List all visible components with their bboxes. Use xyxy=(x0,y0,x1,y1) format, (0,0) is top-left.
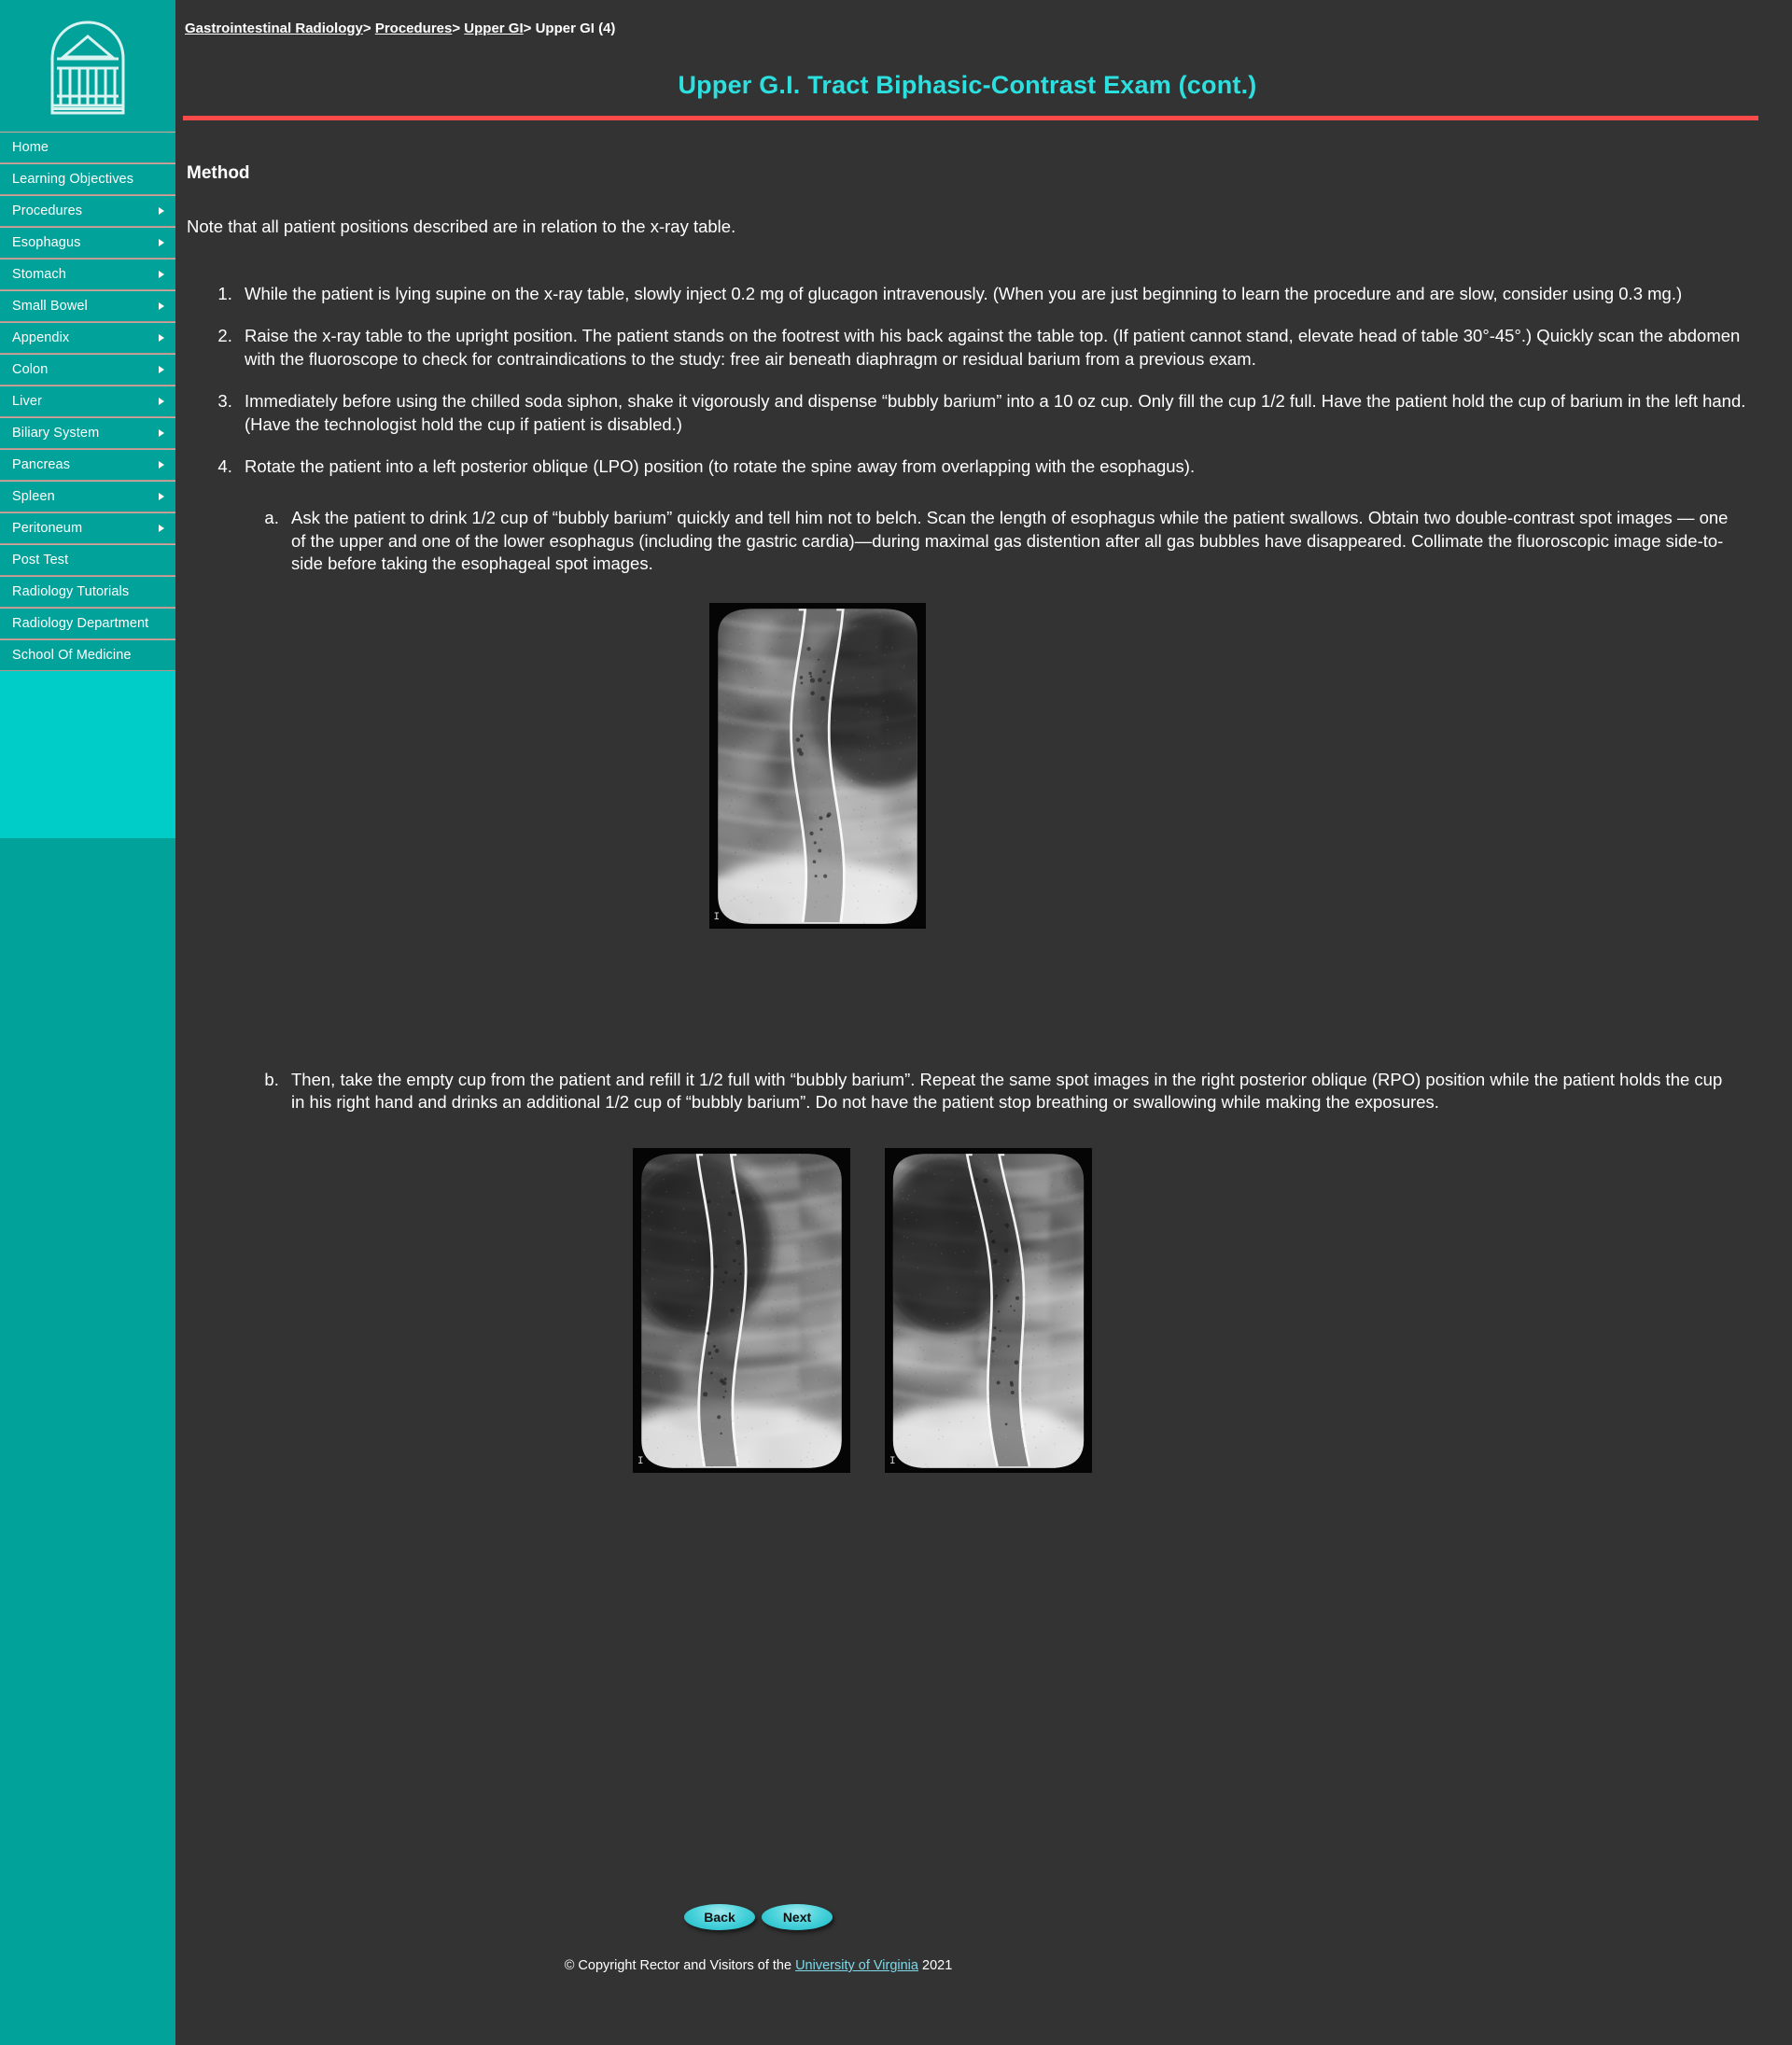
sidebar-item-label: Radiology Tutorials xyxy=(12,583,130,599)
chevron-right-icon xyxy=(159,366,164,373)
sidebar-item-label: Procedures xyxy=(12,203,83,218)
copyright-text: © Copyright Rector and Visitors of the xyxy=(564,1958,792,1973)
sidebar-item-peritoneum[interactable]: Peritoneum xyxy=(0,512,175,544)
figure-rpo-esophagram-pair: I AI A xyxy=(291,1147,1740,1473)
chevron-right-icon xyxy=(159,398,164,405)
breadcrumb-link-upper-gi[interactable]: Upper GI xyxy=(464,21,523,36)
sidebar-item-label: Biliary System xyxy=(12,425,100,441)
sidebar-item-label: Learning Objectives xyxy=(12,171,134,187)
sidebar-item-label: Pancreas xyxy=(12,456,71,472)
sidebar-item-radiology-department[interactable]: Radiology Department xyxy=(0,608,175,639)
method-steps-list: While the patient is lying supine on the… xyxy=(175,283,1792,1473)
xray-image-label: I A xyxy=(713,912,738,924)
chevron-right-icon xyxy=(159,461,164,469)
sidebar-item-radiology-tutorials[interactable]: Radiology Tutorials xyxy=(0,576,175,608)
xray-image-label: I A xyxy=(889,1456,914,1467)
sidebar-item-label: Small Bowel xyxy=(12,298,88,314)
back-button[interactable]: Back xyxy=(684,1904,755,1930)
sidebar-item-spleen[interactable]: Spleen xyxy=(0,481,175,512)
sidebar-item-colon[interactable]: Colon xyxy=(0,354,175,385)
sidebar-item-esophagus[interactable]: Esophagus xyxy=(0,227,175,259)
breadcrumb-link-gastrointestinal-radiology[interactable]: Gastrointestinal Radiology xyxy=(185,21,363,36)
sidebar-item-appendix[interactable]: Appendix xyxy=(0,322,175,354)
breadcrumb-separator-3: > xyxy=(523,21,532,36)
method-step: While the patient is lying supine on the… xyxy=(237,283,1762,305)
sidebar-item-procedures[interactable]: Procedures xyxy=(0,195,175,227)
sidebar-item-label: Stomach xyxy=(12,266,66,282)
chevron-right-icon xyxy=(159,207,164,215)
method-step-text: Immediately before using the chilled sod… xyxy=(245,391,1746,434)
method-step-text: Rotate the patient into a left posterior… xyxy=(245,456,1196,477)
chevron-right-icon xyxy=(159,334,164,342)
footer: Back Next © Copyright Rector and Visitor… xyxy=(175,1904,1792,1973)
sidebar-item-biliary-system[interactable]: Biliary System xyxy=(0,417,175,449)
sidebar-nav: Home Learning Objectives Procedures Esophag… xyxy=(0,132,175,671)
sidebar-item-label: School Of Medicine xyxy=(12,647,132,663)
breadcrumb-separator-2: > xyxy=(452,21,461,36)
sidebar-item-post-test[interactable]: Post Test xyxy=(0,544,175,576)
method-substep-a: Ask the patient to drink 1/2 cup of “bub… xyxy=(284,507,1740,929)
breadcrumb-link-procedures[interactable]: Procedures xyxy=(375,21,453,36)
sidebar-item-label: Esophagus xyxy=(12,234,81,250)
method-step-text: While the patient is lying supine on the… xyxy=(245,284,1683,304)
main-content: Gastrointestinal Radiology> Procedures> … xyxy=(175,0,1792,2045)
method-substep-b-text: Then, take the empty cup from the patien… xyxy=(291,1069,1723,1113)
sidebar-accent-block xyxy=(0,671,175,838)
method-step: Raise the x-ray table to the upright pos… xyxy=(237,325,1762,371)
method-substeps-list: Ask the patient to drink 1/2 cup of “bub… xyxy=(245,507,1762,1473)
next-button[interactable]: Next xyxy=(762,1904,833,1930)
sidebar-item-label: Peritoneum xyxy=(12,520,83,536)
sidebar-item-school-of-medicine[interactable]: School Of Medicine xyxy=(0,639,175,671)
chevron-right-icon xyxy=(159,302,164,310)
method-step: Rotate the patient into a left posterior… xyxy=(237,455,1762,1473)
copyright-year: 2021 xyxy=(922,1958,953,1973)
sidebar-item-liver[interactable]: Liver xyxy=(0,385,175,417)
sidebar-item-label: Liver xyxy=(12,393,42,409)
copyright-notice: © Copyright Rector and Visitors of the U… xyxy=(175,1958,1792,1973)
method-substep-a-text: Ask the patient to drink 1/2 cup of “bub… xyxy=(291,508,1729,574)
sidebar-item-label: Colon xyxy=(12,361,49,377)
breadcrumb-separator-1: > xyxy=(362,21,371,36)
sidebar-item-learning-objectives[interactable]: Learning Objectives xyxy=(0,163,175,195)
breadcrumb: Gastrointestinal Radiology> Procedures> … xyxy=(185,21,615,36)
sidebar-item-small-bowel[interactable]: Small Bowel xyxy=(0,290,175,322)
chevron-right-icon xyxy=(159,493,164,500)
sidebar: Home Learning Objectives Procedures Esophag… xyxy=(0,0,175,2045)
intro-paragraph: Note that all patient positions describe… xyxy=(187,217,736,236)
figure-lpo-esophagram: I A xyxy=(291,602,1740,929)
sidebar-item-label: Radiology Department xyxy=(12,615,149,631)
chevron-right-icon xyxy=(159,271,164,278)
chevron-right-icon xyxy=(159,239,164,246)
breadcrumb-current: Upper GI (4) xyxy=(535,21,616,36)
sidebar-filler xyxy=(0,838,175,2045)
sidebar-item-label: Post Test xyxy=(12,552,69,567)
method-step: Immediately before using the chilled sod… xyxy=(237,390,1762,436)
page-title: Upper G.I. Tract Biphasic-Contrast Exam … xyxy=(678,71,1257,100)
page-navigation: Back Next xyxy=(175,1904,1792,1930)
sidebar-item-stomach[interactable]: Stomach xyxy=(0,259,175,290)
university-of-virginia-link[interactable]: University of Virginia xyxy=(795,1958,918,1973)
chevron-right-icon xyxy=(159,429,164,437)
section-heading-method: Method xyxy=(187,163,250,183)
uva-rotunda-logo[interactable] xyxy=(0,0,175,132)
sidebar-item-label: Appendix xyxy=(12,329,70,345)
sidebar-item-label: Spleen xyxy=(12,488,55,504)
xray-image-label: I A xyxy=(637,1456,662,1467)
sidebar-item-pancreas[interactable]: Pancreas xyxy=(0,449,175,481)
sidebar-item-home[interactable]: Home xyxy=(0,132,175,163)
sidebar-item-label: Home xyxy=(12,139,49,155)
method-substep-b: Then, take the empty cup from the patien… xyxy=(284,1069,1740,1473)
chevron-right-icon xyxy=(159,525,164,532)
method-step-text: Raise the x-ray table to the upright pos… xyxy=(245,326,1741,369)
